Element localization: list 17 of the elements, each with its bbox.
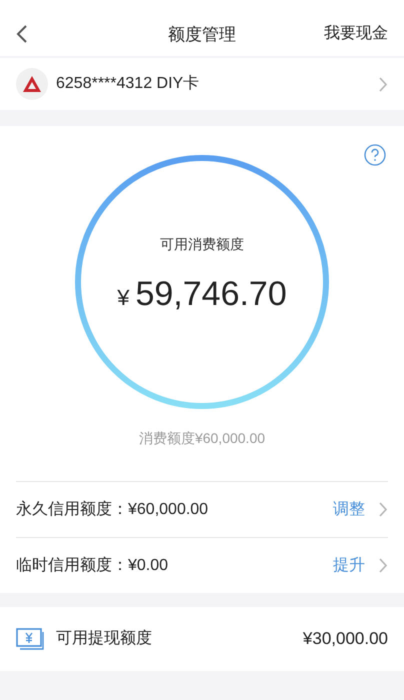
gauge-label: 可用消费额度	[160, 235, 244, 254]
cash-label: 可用提现额度	[56, 628, 153, 649]
page-title: 额度管理	[168, 24, 236, 46]
cash-amount: ¥30,000.00	[302, 628, 388, 650]
bank-logo-icon	[16, 68, 48, 100]
help-icon[interactable]	[364, 144, 386, 166]
total-limit: 消费额度¥60,000.00	[138, 429, 266, 448]
limit-label: 永久信用额度：¥60,000.00	[16, 500, 210, 520]
available-amount: 59,746.70	[135, 274, 287, 315]
limit-label: 临时信用额度：¥0.00	[16, 556, 170, 576]
cash-link[interactable]: 我要现金	[324, 22, 388, 46]
chevron-right-icon	[379, 76, 388, 92]
cash-icon	[16, 628, 44, 650]
currency-symbol: ¥	[117, 284, 130, 312]
chevron-right-icon	[379, 502, 388, 517]
chevron-right-icon	[379, 558, 388, 573]
back-icon[interactable]	[16, 24, 28, 44]
